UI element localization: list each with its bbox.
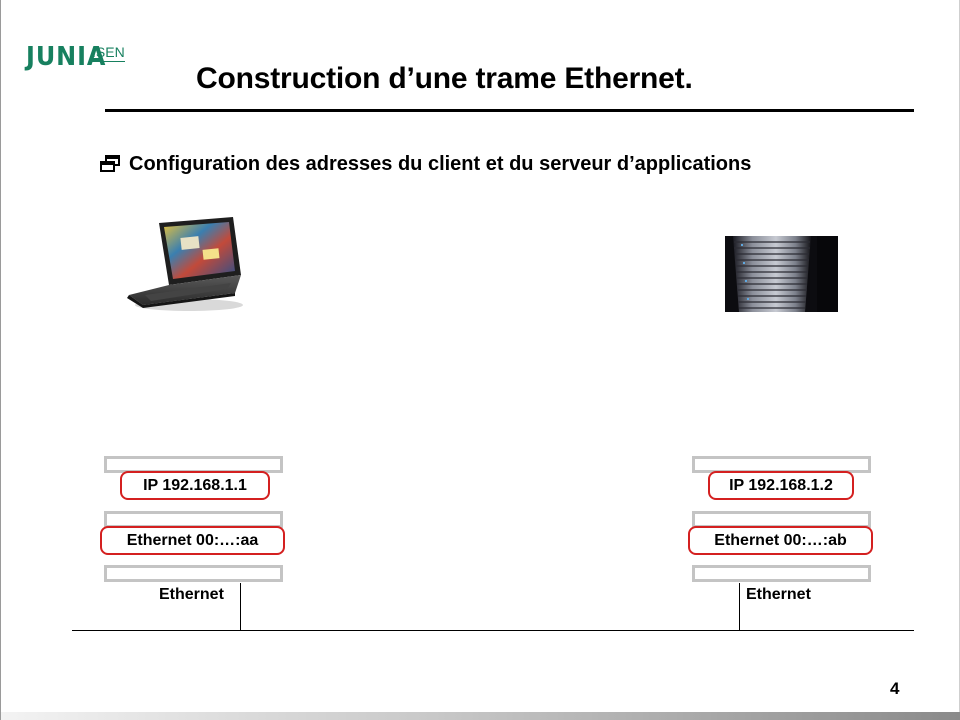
slide-title: Construction d’une trame Ethernet. bbox=[196, 62, 693, 95]
junia-isen-logo: JUNIA ISEN bbox=[26, 40, 136, 74]
server-link-layer bbox=[692, 565, 871, 582]
client-ethernet-label: Ethernet bbox=[159, 586, 224, 603]
server-rack-icon bbox=[725, 236, 838, 312]
server-ip-address: IP 192.168.1.2 bbox=[708, 471, 854, 500]
server-connector bbox=[739, 583, 740, 630]
logo-sub: ISEN bbox=[92, 44, 125, 62]
laptop-icon bbox=[127, 217, 243, 311]
client-ip-address: IP 192.168.1.1 bbox=[120, 471, 270, 500]
page-number: 4 bbox=[890, 679, 900, 698]
ethernet-cable bbox=[72, 630, 914, 631]
server-ethernet-label: Ethernet bbox=[746, 586, 811, 603]
title-underline bbox=[105, 109, 914, 112]
client-link-layer bbox=[104, 565, 283, 582]
client-connector bbox=[240, 583, 241, 630]
client-mac-address: Ethernet 00:…:aa bbox=[100, 526, 285, 555]
window-restore-icon bbox=[100, 155, 120, 172]
slide: JUNIA ISEN Construction d’une trame Ethe… bbox=[0, 0, 960, 720]
server-mac-address: Ethernet 00:…:ab bbox=[688, 526, 873, 555]
bullet-text: Configuration des adresses du client et … bbox=[129, 152, 752, 175]
bullet-item: Configuration des adresses du client et … bbox=[99, 150, 751, 178]
footer-gradient-bar bbox=[1, 712, 960, 720]
